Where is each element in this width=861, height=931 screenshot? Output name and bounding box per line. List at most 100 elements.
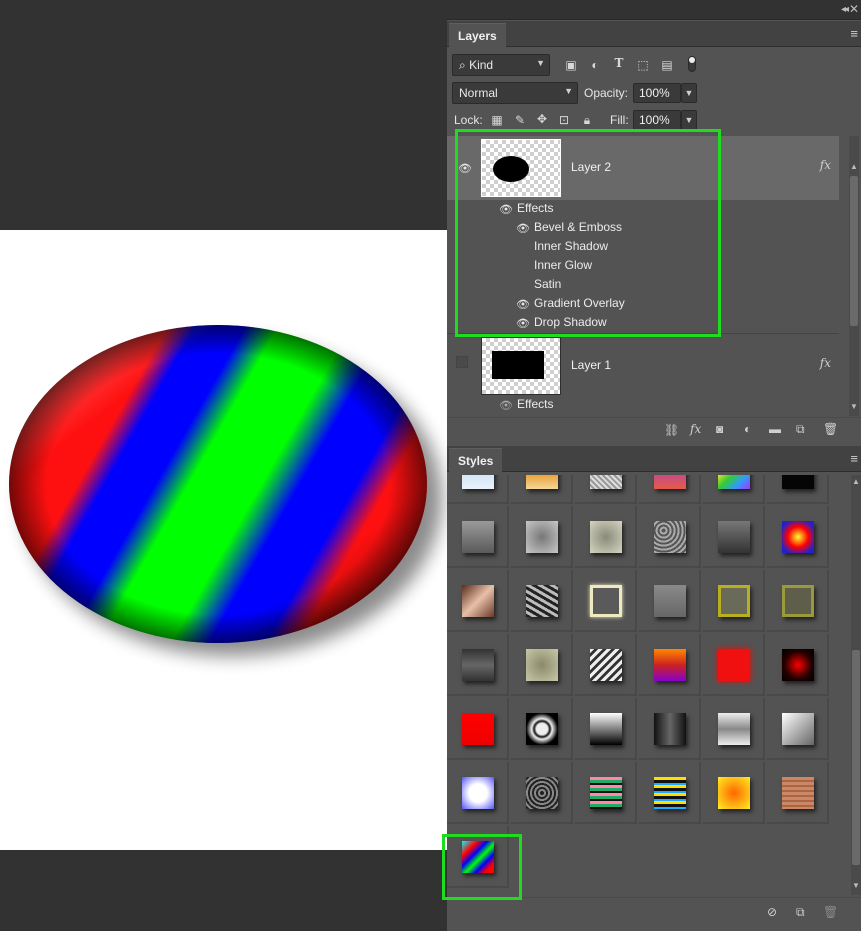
style-swatch[interactable] (575, 570, 637, 632)
effects-label[interactable]: Effects (517, 397, 553, 411)
effects-visibility-eye-icon[interactable]: 👁︎ (499, 203, 513, 216)
layer-name[interactable]: Layer 2 (571, 160, 611, 174)
lock-all-icon[interactable]: 🔒︎ (580, 113, 594, 128)
opacity-slider-button[interactable]: ▼ (681, 83, 697, 103)
document-canvas[interactable] (0, 230, 447, 850)
layer-row-layer-2[interactable]: 👁︎ Layer 2 fx (447, 136, 839, 200)
style-swatch[interactable] (511, 698, 573, 760)
fill-slider-button[interactable]: ▼ (681, 110, 697, 130)
close-icon[interactable]: ✕ (849, 2, 859, 16)
link-layers-icon[interactable]: ⛓︎ (664, 423, 679, 437)
style-swatch[interactable] (575, 475, 637, 504)
visibility-toggle-off[interactable] (456, 356, 468, 368)
delete-style-icon[interactable]: 🗑︎ (823, 905, 838, 919)
style-swatch[interactable] (703, 698, 765, 760)
style-swatch[interactable] (447, 475, 509, 504)
effects-visibility-eye-icon[interactable]: 👁︎ (499, 399, 513, 412)
add-mask-icon[interactable]: ◙ (716, 422, 723, 436)
effect-inner-shadow[interactable]: Inner Shadow (534, 239, 608, 253)
style-swatch[interactable] (575, 698, 637, 760)
adjustment-filter-icon[interactable]: ◐ (587, 58, 603, 72)
lock-position-icon[interactable]: ✥ (535, 112, 549, 126)
tab-styles[interactable]: Styles (449, 448, 503, 472)
style-swatch[interactable] (511, 475, 573, 504)
fill-input[interactable]: 100% (633, 110, 681, 130)
style-swatch[interactable] (703, 475, 765, 504)
effect-bevel-emboss[interactable]: Bevel & Emboss (534, 220, 622, 234)
styles-scrollbar[interactable]: ▲ ▼ (851, 475, 861, 895)
scroll-down-icon[interactable]: ▼ (850, 402, 858, 411)
style-swatch[interactable] (575, 506, 637, 568)
lock-artboard-icon[interactable]: ⊡ (557, 113, 571, 127)
layer-row-layer-1[interactable]: Layer 1 fx (447, 334, 839, 398)
effect-visibility-eye-icon[interactable]: 👁︎ (516, 222, 530, 235)
lock-image-pixels-icon[interactable]: ✎ (513, 113, 527, 127)
clear-style-icon[interactable]: ⊘ (767, 905, 777, 919)
panel-menu-icon[interactable]: ≡ (850, 451, 858, 466)
panel-menu-icon[interactable]: ≡ (850, 26, 858, 41)
scrollbar-thumb[interactable] (850, 176, 858, 326)
visibility-eye-icon[interactable]: 👁︎ (458, 162, 472, 175)
style-swatch[interactable] (447, 826, 509, 888)
style-swatch[interactable] (511, 762, 573, 824)
effects-label[interactable]: Effects (517, 201, 553, 215)
new-style-icon[interactable]: ⧉ (796, 905, 805, 920)
style-swatch[interactable] (511, 634, 573, 696)
scroll-up-icon[interactable]: ▲ (850, 162, 858, 171)
style-swatch[interactable] (703, 570, 765, 632)
style-swatch[interactable] (447, 698, 509, 760)
style-swatch[interactable] (703, 762, 765, 824)
style-swatch[interactable] (639, 634, 701, 696)
effect-drop-shadow[interactable]: Drop Shadow (534, 315, 607, 329)
scroll-down-icon[interactable]: ▼ (852, 881, 860, 890)
blend-mode-dropdown[interactable]: Normal ▼ (452, 82, 578, 104)
shape-filter-icon[interactable]: ⬚ (635, 58, 651, 72)
style-swatch[interactable] (447, 570, 509, 632)
filter-toggle[interactable] (688, 56, 696, 72)
style-swatch[interactable] (639, 762, 701, 824)
style-swatch[interactable] (447, 634, 509, 696)
style-swatch[interactable] (639, 506, 701, 568)
style-swatch[interactable] (639, 475, 701, 504)
opacity-input[interactable]: 100% (633, 83, 681, 103)
style-swatch[interactable] (511, 570, 573, 632)
style-swatch[interactable] (447, 506, 509, 568)
layer-name[interactable]: Layer 1 (571, 358, 611, 372)
new-adjustment-icon[interactable]: ◐ (744, 422, 751, 436)
scroll-up-icon[interactable]: ▲ (852, 477, 860, 486)
style-swatch[interactable] (703, 634, 765, 696)
style-swatch[interactable] (575, 762, 637, 824)
effect-satin[interactable]: Satin (534, 277, 561, 291)
style-swatch[interactable] (767, 475, 829, 504)
fx-icon[interactable]: fx (820, 158, 831, 172)
add-style-fx-icon[interactable]: fx (690, 422, 701, 436)
effect-inner-glow[interactable]: Inner Glow (534, 258, 592, 272)
effect-visibility-eye-icon[interactable]: 👁︎ (516, 298, 530, 311)
style-swatch[interactable] (703, 506, 765, 568)
style-swatch[interactable] (767, 570, 829, 632)
new-group-folder-icon[interactable]: ▬ (769, 422, 781, 436)
layers-scrollbar[interactable]: ▲ ▼ (849, 136, 859, 416)
style-swatch[interactable] (639, 570, 701, 632)
tab-layers[interactable]: Layers (449, 23, 506, 47)
effect-visibility-eye-icon[interactable]: 👁︎ (516, 317, 530, 330)
style-swatch[interactable] (767, 698, 829, 760)
new-layer-icon[interactable]: ⧉ (796, 422, 805, 437)
style-swatch[interactable] (575, 634, 637, 696)
type-filter-icon[interactable]: T (611, 56, 627, 70)
lock-transparency-icon[interactable]: ▦ (490, 113, 504, 127)
fx-icon[interactable]: fx (820, 356, 831, 370)
pixel-layer-filter-icon[interactable]: ▣ (563, 58, 579, 72)
style-swatch[interactable] (511, 506, 573, 568)
style-swatch[interactable] (767, 634, 829, 696)
style-swatch[interactable] (767, 506, 829, 568)
effect-gradient-overlay[interactable]: Gradient Overlay (534, 296, 625, 310)
scrollbar-thumb[interactable] (852, 650, 860, 865)
style-swatch[interactable] (447, 762, 509, 824)
delete-trash-icon[interactable]: 🗑︎ (823, 422, 838, 436)
smart-object-filter-icon[interactable]: ▤ (659, 58, 675, 72)
filter-kind-dropdown[interactable]: ⌕ Kind ▼ (452, 54, 550, 76)
style-swatch[interactable] (639, 698, 701, 760)
collapse-panels-icon[interactable]: ◂◂ (841, 4, 849, 15)
style-swatch[interactable] (767, 762, 829, 824)
